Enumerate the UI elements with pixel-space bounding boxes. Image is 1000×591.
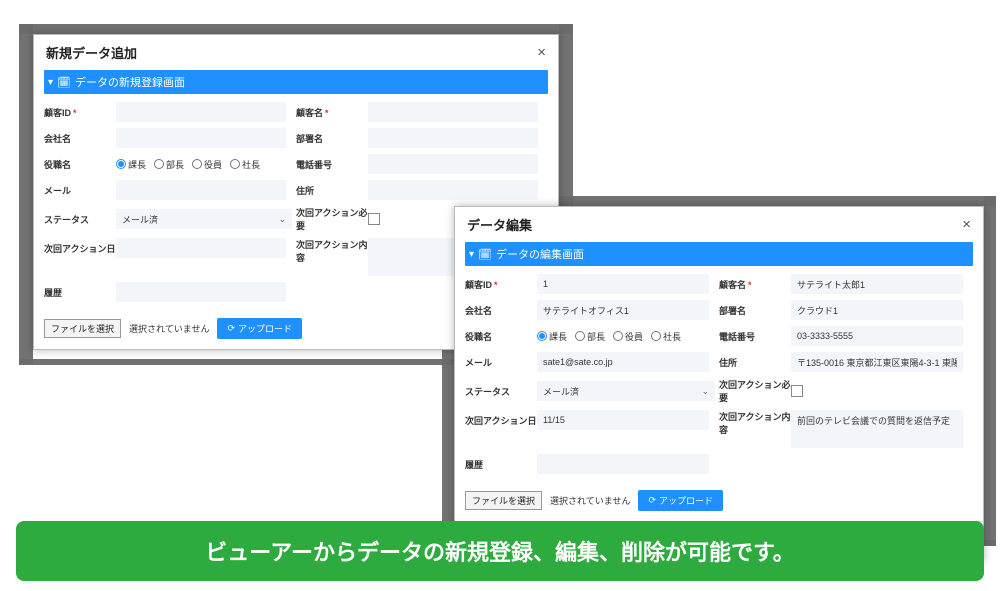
dialog-edit: データ編集 × ▾ 🗓 データの編集画面 顧客ID 顧客名 会社名 部署名 役職… <box>454 206 984 562</box>
chevron-down-icon: ⌄ <box>701 386 709 397</box>
radio-bucho[interactable] <box>575 331 585 341</box>
label-customer-id: 顧客ID <box>465 278 537 291</box>
mail-input[interactable] <box>116 180 286 200</box>
status-select[interactable] <box>537 381 715 401</box>
label-history: 履歴 <box>465 458 537 471</box>
label-history: 履歴 <box>44 286 116 299</box>
refresh-icon: ⟳ <box>227 323 235 334</box>
calendar-icon: 🗓 <box>478 248 492 261</box>
next-action-content-textarea[interactable]: 前回のテレビ会議での質問を返信予定 <box>791 410 963 448</box>
refresh-icon: ⟳ <box>648 495 656 506</box>
label-phone: 電話番号 <box>296 158 368 171</box>
label-status: ステータス <box>465 385 537 398</box>
radio-bucho[interactable] <box>154 159 164 169</box>
jobtitle-radios[interactable]: 課長 部長 役員 社長 <box>116 158 260 171</box>
label-jobtitle: 役職名 <box>44 158 116 171</box>
label-customer-name: 顧客名 <box>719 278 791 291</box>
radio-shacho[interactable] <box>651 331 661 341</box>
label-company: 会社名 <box>44 132 116 145</box>
label-next-content: 次回アクション内容 <box>296 238 368 264</box>
section-title: データの新規登録画面 <box>75 74 185 90</box>
chevron-down-icon: ▾ <box>469 249 474 260</box>
label-next-content: 次回アクション内容 <box>719 410 791 436</box>
label-company: 会社名 <box>465 304 537 317</box>
label-next-req: 次回アクション必要 <box>296 206 368 232</box>
phone-input[interactable] <box>368 154 538 174</box>
radio-kacho[interactable] <box>537 331 547 341</box>
close-icon[interactable]: × <box>537 44 546 61</box>
upload-button[interactable]: ⟳アップロード <box>217 318 302 339</box>
dialog-add-title: 新規データ追加 <box>46 43 137 62</box>
label-jobtitle: 役職名 <box>465 330 537 343</box>
next-action-req-checkbox[interactable] <box>791 385 803 397</box>
file-status: 選択されていません <box>550 494 630 507</box>
address-input[interactable] <box>791 352 963 372</box>
upload-button[interactable]: ⟳アップロード <box>638 490 723 511</box>
dept-input[interactable] <box>791 300 963 320</box>
label-dept: 部署名 <box>719 304 791 317</box>
label-phone: 電話番号 <box>719 330 791 343</box>
info-banner: ビューアーからデータの新規登録、編集、削除が可能です。 <box>16 521 984 581</box>
address-input[interactable] <box>368 180 538 200</box>
company-input[interactable] <box>116 128 286 148</box>
file-select-button[interactable]: ファイルを選択 <box>44 319 121 338</box>
label-address: 住所 <box>719 356 791 369</box>
radio-shacho[interactable] <box>230 159 240 169</box>
radio-kacho[interactable] <box>116 159 126 169</box>
file-status: 選択されていません <box>129 322 209 335</box>
jobtitle-radios[interactable]: 課長 部長 役員 社長 <box>537 330 681 343</box>
label-next-date: 次回アクション日 <box>44 242 116 255</box>
label-next-date: 次回アクション日 <box>465 414 537 427</box>
phone-input[interactable] <box>791 326 963 346</box>
next-action-req-checkbox[interactable] <box>368 213 380 225</box>
history-input[interactable] <box>116 282 286 302</box>
history-input[interactable] <box>537 454 709 474</box>
customer-name-input[interactable] <box>368 102 538 122</box>
chevron-down-icon: ▾ <box>48 77 53 88</box>
customer-id-input[interactable] <box>537 274 709 294</box>
chevron-down-icon: ⌄ <box>278 214 286 225</box>
label-address: 住所 <box>296 184 368 197</box>
dept-input[interactable] <box>368 128 538 148</box>
radio-yakuin[interactable] <box>192 159 202 169</box>
label-mail: メール <box>465 356 537 369</box>
file-select-button[interactable]: ファイルを選択 <box>465 491 542 510</box>
status-select[interactable] <box>116 209 292 229</box>
section-title: データの編集画面 <box>496 246 584 262</box>
label-next-req: 次回アクション必要 <box>719 378 791 404</box>
next-action-date-input[interactable] <box>116 238 286 258</box>
dialog-edit-title: データ編集 <box>467 215 532 234</box>
section-bar-add[interactable]: ▾ 🗓 データの新規登録画面 <box>44 70 548 94</box>
customer-name-input[interactable] <box>791 274 963 294</box>
calendar-icon: 🗓 <box>57 76 71 89</box>
radio-yakuin[interactable] <box>613 331 623 341</box>
mail-input[interactable] <box>537 352 709 372</box>
label-dept: 部署名 <box>296 132 368 145</box>
customer-id-input[interactable] <box>116 102 286 122</box>
label-status: ステータス <box>44 213 116 226</box>
label-customer-id: 顧客ID <box>44 106 116 119</box>
next-action-date-input[interactable] <box>537 410 709 430</box>
label-mail: メール <box>44 184 116 197</box>
company-input[interactable] <box>537 300 709 320</box>
close-icon[interactable]: × <box>962 216 971 233</box>
section-bar-edit[interactable]: ▾ 🗓 データの編集画面 <box>465 242 973 266</box>
label-customer-name: 顧客名 <box>296 106 368 119</box>
